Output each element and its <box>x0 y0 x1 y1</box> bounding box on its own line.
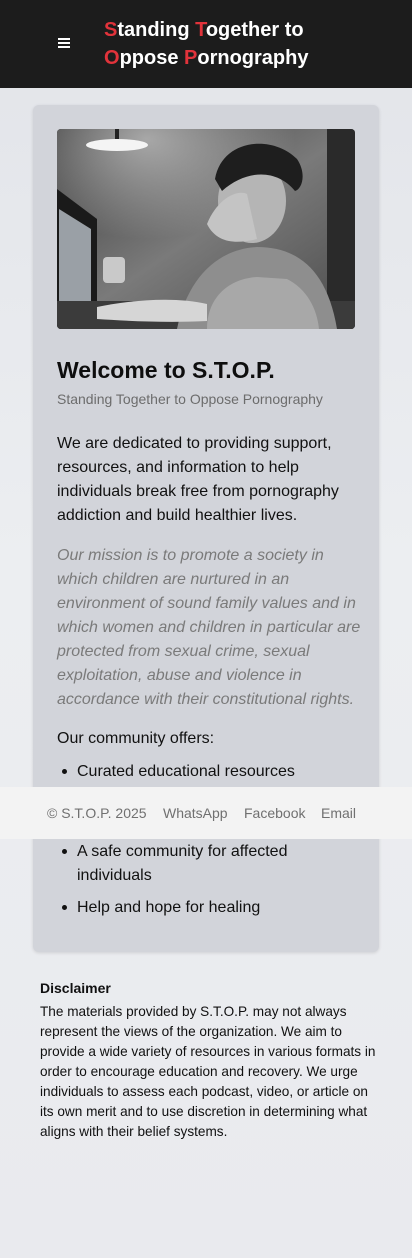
menu-bar-line <box>58 46 70 48</box>
disclaimer-heading: Disclaimer <box>40 980 111 996</box>
disclaimer-text: The materials provided by S.T.O.P. may n… <box>40 1004 376 1139</box>
email-link[interactable]: Email <box>321 805 356 821</box>
hero-image <box>57 129 355 329</box>
brand-text: tanding <box>117 19 196 41</box>
page-subtitle: Standing Together to Oppose Pornography <box>57 391 323 407</box>
facebook-link[interactable]: Facebook <box>244 805 305 821</box>
offers-list: Curated educational resources A safe com… <box>57 760 357 928</box>
intro-paragraph: We are dedicated to providing support, r… <box>57 435 339 524</box>
brand-initial: T <box>195 19 206 41</box>
brand-initial: S <box>104 19 118 41</box>
copyright-text: © S.T.O.P. 2025 <box>47 805 147 821</box>
sticky-footer: © S.T.O.P. 2025 WhatsApp Facebook Email <box>0 787 412 839</box>
page-title: Welcome to S.T.O.P. <box>57 357 275 383</box>
list-item: Help and hope for healing <box>57 896 357 920</box>
list-item: A safe community for affected individual… <box>57 840 357 888</box>
brand-initial: P <box>184 47 198 69</box>
brand-line-1: Standing Together to <box>104 16 308 44</box>
brand-text: ogether to <box>205 19 304 41</box>
hero-illustration <box>57 129 355 329</box>
brand-text: ornography <box>197 47 309 69</box>
menu-bar-line <box>58 38 70 40</box>
list-item: Curated educational resources <box>57 760 357 784</box>
whatsapp-link[interactable]: WhatsApp <box>163 805 228 821</box>
site-header: Standing Together to Oppose Pornography <box>0 0 412 88</box>
brand-text: ppose <box>119 47 185 69</box>
site-brand[interactable]: Standing Together to Oppose Pornography <box>104 16 308 72</box>
mission-statement: Our mission is to promote a society in w… <box>57 547 361 708</box>
menu-bar-line <box>58 42 70 44</box>
brand-line-2: Oppose Pornography <box>104 44 308 72</box>
offers-heading: Our community offers: <box>57 730 215 747</box>
hamburger-menu-icon[interactable] <box>52 30 76 56</box>
brand-initial: O <box>104 47 120 69</box>
